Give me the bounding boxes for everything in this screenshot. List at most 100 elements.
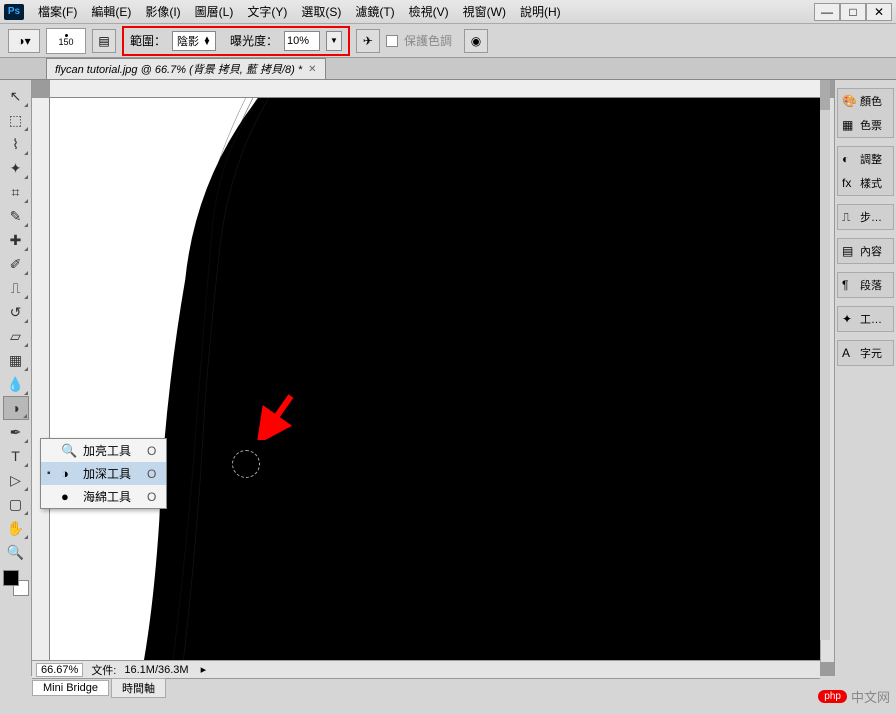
panel-group-adjust: ◐調整 fx樣式 xyxy=(837,146,894,196)
protect-tones-checkbox[interactable] xyxy=(386,35,398,47)
panel-label: 字元 xyxy=(860,345,882,361)
watermark: php 中文网 xyxy=(818,687,890,706)
paragraph-icon: ¶ xyxy=(842,278,856,292)
menu-image[interactable]: 影像(I) xyxy=(139,1,186,22)
document-tab-title: flycan tutorial.jpg @ 66.7% (背景 拷貝, 藍 拷貝… xyxy=(55,61,302,77)
panel-label: 顏色 xyxy=(860,93,882,109)
menu-select[interactable]: 選取(S) xyxy=(295,1,347,22)
tool-type[interactable]: T xyxy=(3,444,29,468)
panel-properties[interactable]: ▤內容 xyxy=(838,239,893,263)
exposure-dropdown-button[interactable]: ▼ xyxy=(326,31,342,51)
brush-size-value: 150 xyxy=(58,37,73,47)
protect-tones-label: 保護色調 xyxy=(404,32,452,49)
menu-edit[interactable]: 編輯(E) xyxy=(85,1,137,22)
tool-zoom[interactable]: 🔍 xyxy=(3,540,29,564)
color-swatches[interactable] xyxy=(3,570,29,596)
tab-timeline[interactable]: 時間軸 xyxy=(111,678,166,698)
panel-group-tools: ✦工… xyxy=(837,306,894,332)
flyout-label: 加亮工具 xyxy=(83,442,131,459)
burn-tool-flyout: 🔍 加亮工具 O ▪ ◑ 加深工具 O ● 海綿工具 O xyxy=(40,438,167,509)
foreground-color-swatch[interactable] xyxy=(3,570,19,586)
dodge-icon: 🔍 xyxy=(61,443,77,459)
minimize-button[interactable]: — xyxy=(814,3,840,21)
brush-preset-picker[interactable]: 150 xyxy=(46,28,86,54)
pressure-toggle[interactable]: ◉ xyxy=(464,29,488,53)
canvas-content xyxy=(50,98,820,662)
flyout-shortcut: O xyxy=(147,490,156,504)
menubar: 檔案(F) 編輯(E) 影像(I) 圖層(L) 文字(Y) 選取(S) 濾鏡(T… xyxy=(32,1,814,22)
tool-marquee[interactable]: ⬚ xyxy=(3,108,29,132)
panel-styles[interactable]: fx樣式 xyxy=(838,171,893,195)
panel-character[interactable]: A 字元 xyxy=(838,341,893,365)
bottom-tabstrip: Mini Bridge 時間軸 xyxy=(32,678,820,696)
panel-scrollbar[interactable] xyxy=(820,80,830,640)
tool-magic-wand[interactable]: ✦ xyxy=(3,156,29,180)
tool-history-brush[interactable]: ↺ xyxy=(3,300,29,324)
panel-label: 調整 xyxy=(860,151,882,167)
fx-icon: fx xyxy=(842,176,856,190)
tool-stamp[interactable]: ⎍ xyxy=(3,276,29,300)
tool-eraser[interactable]: ▱ xyxy=(3,324,29,348)
exposure-label: 曝光度： xyxy=(230,32,278,49)
menu-help[interactable]: 說明(H) xyxy=(514,1,567,22)
panel-history[interactable]: ⎍步… xyxy=(838,205,893,229)
menu-filter[interactable]: 濾鏡(T) xyxy=(349,1,400,22)
tool-healing[interactable]: ✚ xyxy=(3,228,29,252)
tool-lasso[interactable]: ⌇ xyxy=(3,132,29,156)
canvas[interactable] xyxy=(50,98,820,662)
tool-blur[interactable]: 💧 xyxy=(3,372,29,396)
menu-type[interactable]: 文字(Y) xyxy=(241,1,293,22)
window-controls: — □ ✕ xyxy=(814,3,892,21)
character-icon: A xyxy=(842,346,856,360)
tool-eyedropper[interactable]: ✎ xyxy=(3,204,29,228)
canvas-area xyxy=(32,80,834,676)
highlighted-options: 範圍： 陰影 ▲▼ 曝光度： ▼ xyxy=(122,26,350,56)
brush-panel-toggle[interactable]: ▤ xyxy=(92,29,116,53)
updown-icon: ▲▼ xyxy=(203,37,211,45)
zoom-field[interactable]: 66.67% xyxy=(36,663,83,677)
status-arrow-icon[interactable]: ▸ xyxy=(201,663,207,676)
wrench-icon: ✦ xyxy=(842,312,856,326)
panel-adjustments[interactable]: ◐調整 xyxy=(838,147,893,171)
panel-dock: 🎨顏色 ▦色票 ◐調整 fx樣式 ⎍步… ▤內容 ¶段落 ✦工… A 字元 xyxy=(834,80,896,676)
menu-layer[interactable]: 圖層(L) xyxy=(189,1,240,22)
range-label: 範圍： xyxy=(130,32,166,49)
tool-gradient[interactable]: ▦ xyxy=(3,348,29,372)
maximize-button[interactable]: □ xyxy=(840,3,866,21)
close-button[interactable]: ✕ xyxy=(866,3,892,21)
tool-preset-picker[interactable]: ◑▾ xyxy=(8,29,40,53)
close-tab-icon[interactable]: ✕ xyxy=(308,64,316,75)
annotation-arrow xyxy=(257,390,297,440)
tool-shape[interactable]: ▢ xyxy=(3,492,29,516)
menu-window[interactable]: 視窗(W) xyxy=(457,1,512,22)
panel-swatches[interactable]: ▦色票 xyxy=(838,113,893,137)
tool-dodge-burn[interactable]: ◑ xyxy=(3,396,29,420)
document-tab[interactable]: flycan tutorial.jpg @ 66.7% (背景 拷貝, 藍 拷貝… xyxy=(46,58,326,79)
ruler-vertical[interactable] xyxy=(32,98,50,662)
tool-hand[interactable]: ✋ xyxy=(3,516,29,540)
menu-view[interactable]: 檢視(V) xyxy=(403,1,455,22)
flyout-sponge-tool[interactable]: ● 海綿工具 O xyxy=(41,485,166,508)
brush-cursor-indicator xyxy=(232,450,260,478)
tool-pen[interactable]: ✒ xyxy=(3,420,29,444)
flyout-dodge-tool[interactable]: 🔍 加亮工具 O xyxy=(41,439,166,462)
range-dropdown[interactable]: 陰影 ▲▼ xyxy=(172,31,216,51)
panel-tool-presets[interactable]: ✦工… xyxy=(838,307,893,331)
panel-paragraph[interactable]: ¶段落 xyxy=(838,273,893,297)
tool-crop[interactable]: ⌗ xyxy=(3,180,29,204)
history-icon: ⎍ xyxy=(842,210,856,225)
tool-move[interactable]: ↖ xyxy=(3,84,29,108)
panel-color[interactable]: 🎨顏色 xyxy=(838,89,893,113)
tab-mini-bridge[interactable]: Mini Bridge xyxy=(32,680,109,696)
panel-label: 色票 xyxy=(860,117,882,133)
tool-path-select[interactable]: ▷ xyxy=(3,468,29,492)
panel-group-color: 🎨顏色 ▦色票 xyxy=(837,88,894,138)
tool-brush[interactable]: ✐ xyxy=(3,252,29,276)
flyout-label: 海綿工具 xyxy=(83,488,131,505)
scrollbar-thumb[interactable] xyxy=(820,80,830,110)
menu-file[interactable]: 檔案(F) xyxy=(32,1,83,22)
flyout-burn-tool[interactable]: ▪ ◑ 加深工具 O xyxy=(41,462,166,485)
exposure-input[interactable] xyxy=(284,31,320,51)
airbrush-toggle[interactable]: ✈ xyxy=(356,29,380,53)
ruler-horizontal[interactable] xyxy=(50,80,820,98)
